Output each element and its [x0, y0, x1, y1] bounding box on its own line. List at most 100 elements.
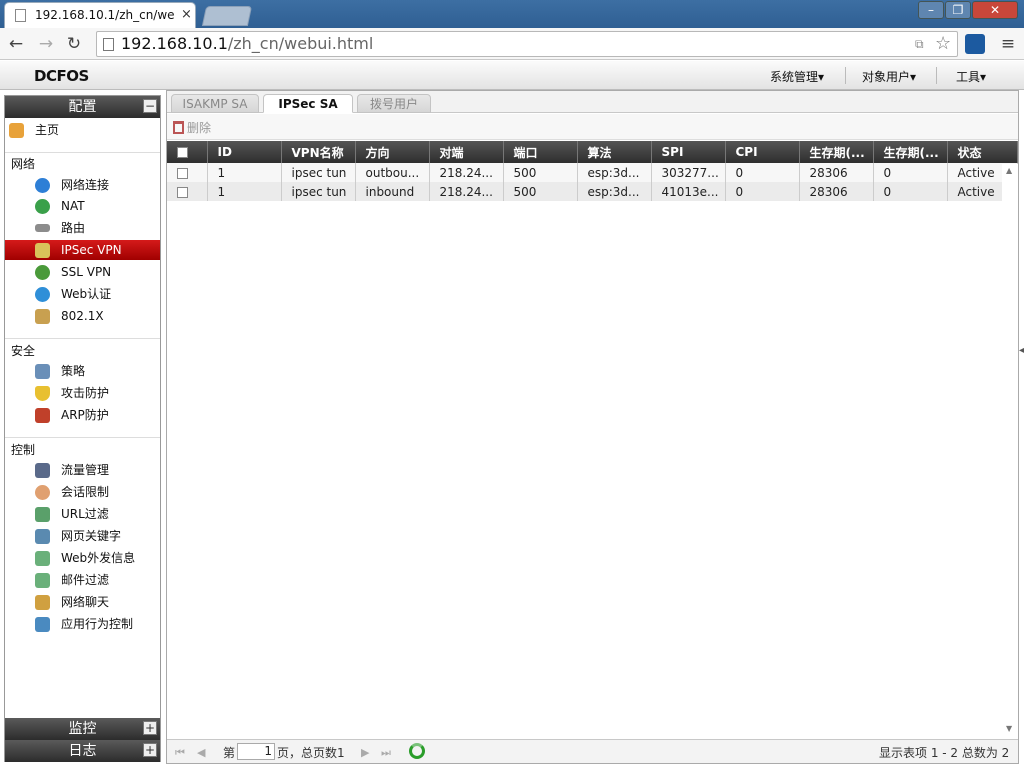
expand-icon[interactable]: +	[143, 743, 157, 757]
column-header[interactable]: SPI	[651, 141, 726, 163]
column-header[interactable]: 算法	[577, 141, 652, 163]
forward-icon[interactable]: →	[36, 35, 56, 53]
sidebar-item-session-limit[interactable]: 会话限制	[5, 482, 160, 502]
sidebar-item-attack-defense[interactable]: 攻击防护	[5, 383, 160, 403]
page-number-input[interactable]: 1	[237, 743, 275, 760]
scroll-up-icon[interactable]: ▲	[1006, 166, 1012, 175]
sidebar-item-traffic[interactable]: 流量管理	[5, 460, 160, 480]
browser-tab[interactable]: 192.168.10.1/zh_cn/web ×	[4, 2, 196, 28]
sidebar-item-web-post[interactable]: Web外发信息	[5, 548, 160, 568]
column-header[interactable]: 生存期(...	[873, 141, 948, 163]
table-cell: ipsec tun	[281, 182, 356, 201]
sidebar-header-monitor[interactable]: 监控 +	[5, 718, 160, 740]
group-security: 安全	[11, 344, 36, 358]
delete-button[interactable]: 删除	[173, 119, 211, 136]
new-tab-button[interactable]	[201, 6, 253, 26]
table-cell: 1	[207, 182, 282, 201]
sidebar-item-nat[interactable]: NAT	[5, 196, 160, 216]
row-select-cell[interactable]	[167, 163, 208, 182]
maximize-icon[interactable]: ❐	[945, 1, 971, 19]
row-checkbox[interactable]	[177, 186, 188, 198]
sidebar-header-config[interactable]: 配置 −	[5, 96, 160, 118]
sidebar-item-home[interactable]: 主页	[5, 120, 160, 140]
refresh-icon[interactable]	[409, 743, 425, 759]
table-cell: 0	[725, 163, 800, 182]
select-all-header[interactable]	[167, 141, 208, 163]
column-header[interactable]: 状态	[947, 141, 1018, 163]
sidebar-item-route[interactable]: 路由	[5, 218, 160, 238]
tab-dialup-users[interactable]: 拨号用户	[357, 94, 431, 113]
sidebar-item-url-filter[interactable]: URL过滤	[5, 504, 160, 524]
sidebar-item-8021x[interactable]: 802.1X	[5, 306, 160, 326]
collapse-icon[interactable]: −	[143, 99, 157, 113]
reload-icon[interactable]: ↻	[64, 35, 84, 53]
table-cell: 28306	[799, 182, 874, 201]
menu-objects[interactable]: 对象用户▾	[862, 68, 916, 85]
star-icon[interactable]: ☆	[935, 33, 951, 54]
prev-page-icon[interactable]: ◀	[197, 746, 205, 759]
column-header[interactable]: 对端	[429, 141, 504, 163]
page-label-prefix: 第	[223, 746, 236, 760]
last-page-icon[interactable]: ⏭	[381, 746, 391, 760]
back-icon[interactable]: ←	[6, 35, 26, 53]
address-bar[interactable]: 192.168.10.1/zh_cn/webui.html ⧉ ☆	[96, 31, 958, 57]
table-cell: 41013e...	[651, 182, 726, 201]
vertical-scrollbar[interactable]: ▲ ▼	[1002, 164, 1018, 738]
select-all-checkbox[interactable]	[177, 147, 188, 158]
app-header: DCFOS 系统管理▾ 对象用户▾ 工具▾	[0, 61, 1024, 90]
translate-icon[interactable]: ⧉	[915, 37, 924, 52]
sidebar-item-mail-filter[interactable]: 邮件过滤	[5, 570, 160, 590]
filter-icon	[35, 507, 50, 522]
sidebar-item-app-control[interactable]: 应用行为控制	[5, 614, 160, 634]
browser-toolbar: ← → ↻ 192.168.10.1/zh_cn/webui.html ⧉ ☆ …	[0, 28, 1024, 60]
column-header[interactable]: VPN名称	[281, 141, 356, 163]
table-cell: inbound	[355, 182, 430, 201]
column-header[interactable]: 端口	[503, 141, 578, 163]
divider	[936, 67, 937, 84]
tab-isakmp-sa[interactable]: ISAKMP SA	[171, 94, 259, 113]
table-row[interactable]: 1 ipsec tun outbou... 218.24... 500 esp:…	[167, 163, 1018, 182]
first-page-icon[interactable]: ⏮	[175, 746, 185, 760]
url-text: 192.168.10.1/zh_cn/webui.html	[121, 34, 374, 53]
keyword-icon	[35, 529, 50, 544]
scroll-down-icon[interactable]: ▼	[1006, 724, 1012, 733]
tab-ipsec-sa[interactable]: IPSec SA	[263, 94, 353, 113]
row-checkbox[interactable]	[177, 167, 188, 179]
table-cell: 0	[725, 182, 800, 201]
table-cell: ipsec tun	[281, 163, 356, 182]
sidebar-item-keyword[interactable]: 网页关键字	[5, 526, 160, 546]
table-header-row: ID VPN名称 方向 对端 端口 算法 SPI CPI 生存期(... 生存期…	[167, 141, 1018, 163]
menu-icon[interactable]: ≡	[998, 35, 1018, 53]
expand-icon[interactable]: +	[143, 721, 157, 735]
shield-icon	[35, 386, 50, 401]
sidebar-item-ipsec-vpn[interactable]: IPSec VPN	[5, 240, 160, 260]
browser-titlebar: 192.168.10.1/zh_cn/web × – ❐ ✕	[0, 0, 1024, 28]
sidebar-item-arp-defense[interactable]: ARP防护	[5, 405, 160, 425]
column-header[interactable]: CPI	[725, 141, 800, 163]
close-tab-icon[interactable]: ×	[181, 7, 192, 22]
table-cell: 500	[503, 163, 578, 182]
sidebar-header-log[interactable]: 日志 +	[5, 740, 160, 762]
collapse-handle-icon[interactable]: ◀	[1019, 345, 1024, 356]
sidebar-item-ssl-vpn[interactable]: SSL VPN	[5, 262, 160, 282]
sidebar-item-im[interactable]: 网络聊天	[5, 592, 160, 612]
column-header[interactable]: ID	[207, 141, 282, 163]
row-select-cell[interactable]	[167, 182, 208, 201]
next-page-icon[interactable]: ▶	[361, 746, 369, 759]
trash-icon	[173, 121, 184, 134]
sidebar-item-network-connection[interactable]: 网络连接	[5, 175, 160, 195]
close-window-icon[interactable]: ✕	[972, 1, 1018, 19]
session-icon	[35, 485, 50, 500]
sidebar-item-web-auth[interactable]: Web认证	[5, 284, 160, 304]
menu-system[interactable]: 系统管理▾	[770, 68, 824, 85]
extension-icon[interactable]	[965, 34, 985, 54]
policy-icon	[35, 364, 50, 379]
minimize-icon[interactable]: –	[918, 1, 944, 19]
menu-tools[interactable]: 工具▾	[956, 68, 986, 85]
caret-down-icon: ▾	[980, 70, 987, 84]
column-header[interactable]: 生存期(...	[799, 141, 874, 163]
sidebar-item-policy[interactable]: 策略	[5, 361, 160, 381]
table-row[interactable]: 1 ipsec tun inbound 218.24... 500 esp:3d…	[167, 182, 1018, 201]
page-icon	[15, 9, 26, 22]
column-header[interactable]: 方向	[355, 141, 430, 163]
